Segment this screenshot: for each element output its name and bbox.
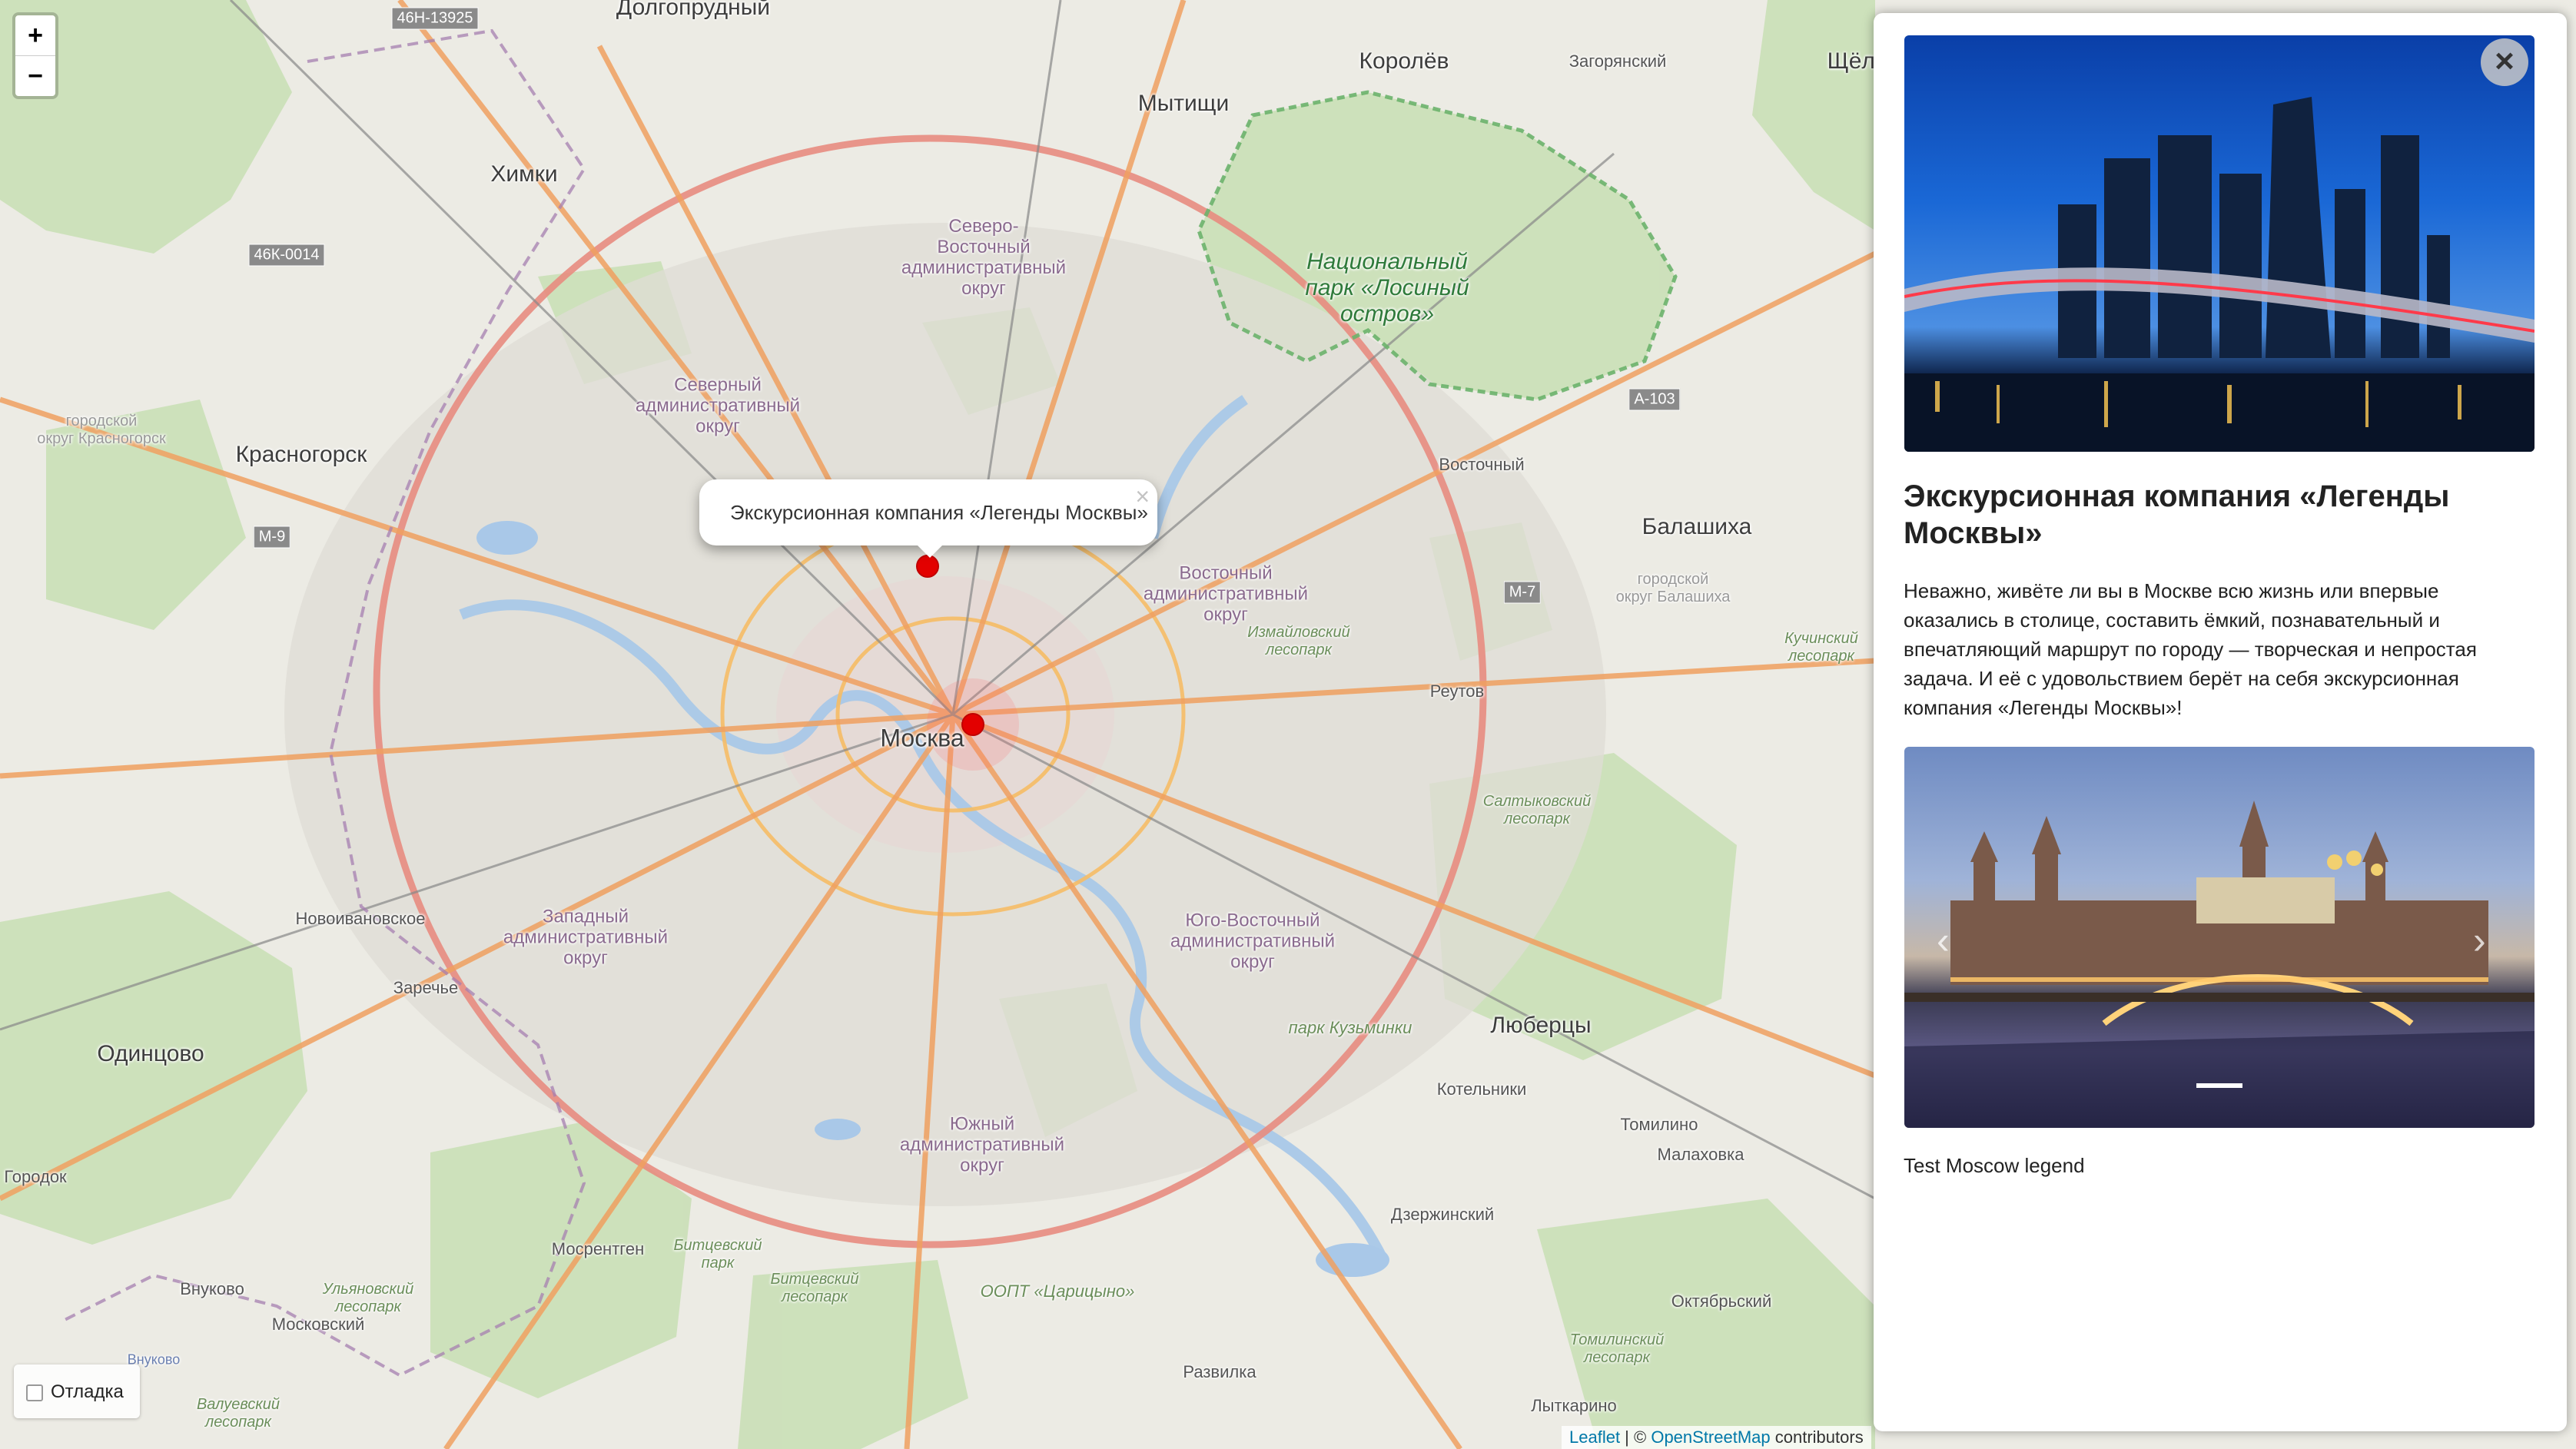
debug-label: Отладка bbox=[51, 1381, 124, 1402]
map-popup: Экскурсионная компания «Легенды Москвы» … bbox=[699, 479, 1157, 558]
moscow-city-photo bbox=[1904, 35, 2535, 452]
map-marker[interactable] bbox=[961, 713, 984, 736]
road-shield-46n-13925: 46Н-13925 bbox=[391, 7, 479, 30]
kremlin-photo[interactable] bbox=[1904, 747, 2535, 1128]
map-label-dolgoprudny: Долгопрудный bbox=[616, 0, 771, 20]
kremlin-scene bbox=[1904, 801, 2535, 1128]
map-label-oktyabrsky: Октябрьский bbox=[1671, 1292, 1772, 1311]
map-label-moskovsky: Московский bbox=[271, 1315, 365, 1334]
zoom-in-button[interactable]: + bbox=[15, 15, 55, 55]
zoom-out-button[interactable]: − bbox=[15, 55, 55, 96]
popup-tip bbox=[916, 544, 944, 558]
map-label-valuevsky-park: Валуевский лесопарк bbox=[196, 1396, 281, 1431]
popup-close-button[interactable]: × bbox=[1135, 482, 1150, 511]
map-label-mytishchi: Мытищи bbox=[1137, 91, 1230, 116]
road-shield-a-103: А-103 bbox=[1628, 388, 1681, 411]
map-label-gorodok: Городок bbox=[4, 1167, 67, 1186]
panel-close-button[interactable]: × bbox=[2481, 38, 2528, 86]
map-label-bitsevsky-park: Битцевский парк bbox=[673, 1237, 762, 1272]
map-label-south-district: Южный административный округ bbox=[899, 1113, 1065, 1176]
map-label-east-district: Восточный административный округ bbox=[1143, 562, 1309, 625]
map-label-kuzminki-park: парк Кузьминки bbox=[1288, 1018, 1412, 1037]
map-label-south-east-district: Юго-Восточный административный округ bbox=[1170, 910, 1336, 973]
map-label-izmailovsky-park: Измайловский лесопарк bbox=[1247, 624, 1350, 658]
map-label-tomilino: Томилино bbox=[1620, 1115, 1698, 1134]
zoom-control: + − bbox=[12, 12, 58, 99]
map-label-north-district: Северный административный округ bbox=[635, 374, 801, 437]
leaflet-link[interactable]: Leaflet bbox=[1569, 1427, 1620, 1447]
map-label-vnukovo: Внуково bbox=[180, 1279, 244, 1298]
carousel-next-button[interactable]: › bbox=[2473, 918, 2486, 963]
map-label-balashikha-district: городской округ Балашиха bbox=[1615, 571, 1731, 605]
popup-text: Экскурсионная компания «Легенды Москвы» bbox=[730, 501, 1148, 524]
map-label-lytkarino: Лыткарино bbox=[1531, 1396, 1617, 1415]
map-label-zagoryansky: Загорянский bbox=[1569, 51, 1667, 71]
map-label-kuchinsky-park: Кучинский лесопарк bbox=[1784, 630, 1858, 665]
panel-description: Неважно, живёте ли вы в Москве всю жизнь… bbox=[1904, 579, 2477, 719]
moscow-city-skyline bbox=[1904, 97, 2535, 452]
map-label-west-district: Западный административный округ bbox=[503, 906, 669, 969]
map-label-zarechye: Заречье bbox=[393, 978, 459, 997]
debug-checkbox[interactable] bbox=[26, 1384, 43, 1401]
carousel-indicator[interactable] bbox=[2196, 1083, 2242, 1088]
panel-caption: Test Moscow legend bbox=[1904, 1154, 2085, 1177]
road-shield-46k-0014: 46К-0014 bbox=[248, 244, 325, 267]
map-label-novoivanovskoe: Новоивановское bbox=[295, 909, 426, 928]
map-label-moskva: Москва bbox=[880, 724, 964, 752]
map-label-odintsovo: Одинцово bbox=[97, 1041, 204, 1066]
road-shield-m-7: М-7 bbox=[1503, 581, 1542, 604]
map-label-reutov: Реутов bbox=[1429, 681, 1485, 701]
map-label-korolev: Королёв bbox=[1359, 48, 1449, 74]
map-label-razvilka: Развилка bbox=[1183, 1362, 1256, 1381]
map-label-malakhovka: Малаховка bbox=[1657, 1145, 1744, 1164]
map-label-krasnogorsk-district: городской округ Красногорск bbox=[37, 413, 166, 447]
map-label-bitsevsky-forest: Битцевский лесопарк bbox=[770, 1271, 859, 1305]
map-label-balashikha: Балашиха bbox=[1642, 514, 1752, 539]
openstreetmap-link[interactable]: OpenStreetMap bbox=[1651, 1427, 1770, 1447]
map-label-vostochny: Восточный bbox=[1439, 455, 1525, 474]
debug-control: Отладка bbox=[14, 1364, 140, 1418]
map-label-krasnogorsk: Красногорск bbox=[235, 442, 367, 467]
map-label-tomilinsky-park: Томилинский лесопарк bbox=[1569, 1331, 1665, 1366]
map-label-dzerzhinsky: Дзержинский bbox=[1390, 1205, 1495, 1224]
carousel-prev-button[interactable]: ‹ bbox=[1937, 918, 1950, 963]
map-label-lyubertsy: Люберцы bbox=[1490, 1013, 1592, 1038]
attribution-contributors: contributors bbox=[1770, 1427, 1864, 1447]
panel-title: Экскурсионная компания «Легенды Москвы» bbox=[1904, 479, 2450, 550]
road-shield-m-9: М-9 bbox=[253, 526, 291, 549]
map-label-ulyanovsky-park: Ульяновский лесопарк bbox=[322, 1281, 414, 1315]
map-label-north-east-district: Северо- Восточный административный округ bbox=[901, 216, 1067, 299]
map-label-mosrentgen: Мосрентген bbox=[551, 1239, 645, 1258]
map-label-national-park: Национальный парк «Лосиный остров» bbox=[1305, 249, 1469, 327]
attribution-separator: | © bbox=[1620, 1427, 1651, 1447]
map-marker[interactable] bbox=[916, 555, 939, 578]
map-label-kotelniki: Котельники bbox=[1436, 1079, 1527, 1099]
map-label-tsaritsyno: ООПТ «Царицыно» bbox=[980, 1282, 1135, 1301]
map-attribution: Leaflet | © OpenStreetMap contributors bbox=[1562, 1426, 1871, 1449]
map-label-khimki: Химки bbox=[490, 161, 558, 187]
map-label-saltykovsky-park: Салтыковский лесопарк bbox=[1482, 793, 1592, 827]
